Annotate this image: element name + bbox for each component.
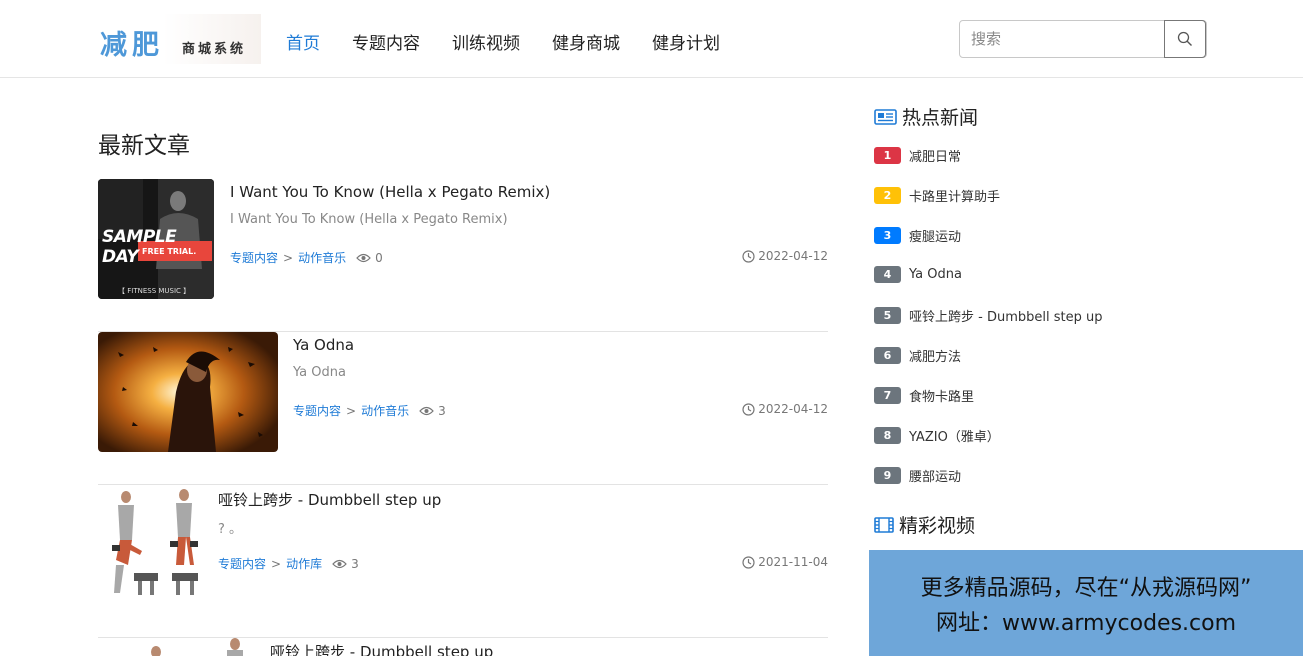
subcategory-link[interactable]: 动作库 [286, 555, 322, 572]
thumb-caption: 【 FITNESS MUSIC 】 [118, 287, 191, 295]
article-desc: ? 。 [218, 522, 243, 537]
article-title[interactable]: I Want You To Know (Hella x Pegato Remix… [230, 183, 550, 201]
article-title[interactable]: 哑铃上跨步 - Dumbbell step up [218, 489, 441, 510]
article-item: 哑铃上跨步 - Dumbbell step up ? 。 专题内容 > 动作库 … [98, 485, 828, 638]
rank-badge: 8 [874, 427, 901, 444]
views-count: 3 [332, 557, 359, 571]
hot-news-label: 食物卡路里 [909, 390, 975, 405]
date-value: 2022-04-12 [758, 402, 828, 416]
hot-news-heading: 热点新闻 [874, 103, 978, 130]
article-desc: Ya Odna [293, 365, 346, 380]
nav-training-videos[interactable]: 训练视频 [436, 29, 536, 54]
clock-icon [742, 249, 755, 263]
nav-home[interactable]: 首页 [270, 29, 336, 54]
film-icon [874, 516, 894, 533]
rank-badge: 6 [874, 347, 901, 364]
rank-badge: 1 [874, 147, 901, 164]
search-button[interactable] [1164, 20, 1206, 58]
watermark-line1: 更多精品源码，尽在“从戎源码网” [920, 576, 1252, 601]
category-link[interactable]: 专题内容 [293, 402, 341, 419]
main-nav: 首页 专题内容 训练视频 健身商城 健身计划 [270, 29, 736, 54]
nav-topics[interactable]: 专题内容 [336, 29, 436, 54]
nav-fitness-plan[interactable]: 健身计划 [636, 29, 736, 54]
article-thumbnail[interactable] [98, 485, 202, 605]
hot-news-label: YAZIO（雅卓） [909, 430, 1000, 445]
category-link[interactable]: 专题内容 [230, 249, 278, 266]
breadcrumb-separator: > [346, 403, 357, 418]
article-meta: 专题内容 > 动作库 3 [218, 555, 359, 572]
latest-articles-title: 最新文章 [98, 133, 190, 159]
logo-main-text: 减肥 [100, 30, 164, 61]
article-thumbnail[interactable]: SAMPLE DAY FREE TRIAL. 【 FITNESS MUSIC 】 [98, 179, 214, 299]
hot-news-label: Ya Odna [909, 267, 962, 282]
article-item: Ya Odna Ya Odna 专题内容 > 动作音乐 3 2022-04-12 [98, 332, 828, 485]
hot-news-label: 瘦腿运动 [909, 230, 962, 245]
article-title[interactable]: 哑铃上跨步 - Dumbbell step up [270, 641, 493, 656]
search-icon [1177, 31, 1192, 46]
hot-news-label: 卡路里计算助手 [909, 190, 1001, 205]
article-date: 2021-11-04 [742, 555, 828, 569]
date-value: 2021-11-04 [758, 555, 828, 569]
eye-icon [332, 559, 347, 568]
views-value: 3 [351, 556, 359, 571]
views-count: 3 [419, 404, 446, 418]
hot-news-item[interactable]: 3 瘦腿运动 [874, 226, 961, 245]
hot-news-item[interactable]: 1 减肥日常 [874, 146, 961, 165]
rank-badge: 2 [874, 187, 901, 204]
newspaper-icon [874, 108, 897, 125]
date-value: 2022-04-12 [758, 249, 828, 263]
article-desc: I Want You To Know (Hella x Pegato Remix… [230, 212, 508, 227]
hot-news-item[interactable]: 2 卡路里计算助手 [874, 186, 1000, 205]
article-item: 哑铃上跨步 - Dumbbell step up [98, 638, 828, 656]
search-input[interactable] [960, 21, 1166, 57]
logo-sub-text: 商城系统 [182, 42, 247, 57]
category-link[interactable]: 专题内容 [218, 555, 266, 572]
hot-news-item[interactable]: 7 食物卡路里 [874, 386, 974, 405]
views-count: 0 [356, 251, 383, 265]
rank-badge: 5 [874, 307, 901, 324]
subcategory-link[interactable]: 动作音乐 [298, 249, 346, 266]
video-heading: 精彩视频 [874, 511, 975, 538]
hot-news-item[interactable]: 4 Ya Odna [874, 266, 962, 283]
article-date: 2022-04-12 [742, 402, 828, 416]
article-date: 2022-04-12 [742, 249, 828, 263]
article-meta: 专题内容 > 动作音乐 0 [230, 249, 383, 266]
hot-news-item[interactable]: 9 腰部运动 [874, 466, 961, 485]
rank-badge: 7 [874, 387, 901, 404]
nav-fitness-shop[interactable]: 健身商城 [536, 29, 636, 54]
hot-news-label: 减肥方法 [909, 350, 962, 365]
article-thumbnail[interactable] [98, 638, 258, 656]
clock-icon [742, 402, 755, 416]
views-value: 3 [438, 403, 446, 418]
site-header: 减肥 商城系统 首页 专题内容 训练视频 健身商城 健身计划 [0, 0, 1303, 78]
hot-news-label: 腰部运动 [909, 470, 962, 485]
watermark-banner: 更多精品源码，尽在“从戎源码网” 网址：www.armycodes.com [869, 550, 1303, 656]
thumb-text-sub: FREE TRIAL. [142, 247, 197, 256]
clock-icon [742, 555, 755, 569]
hot-news-item[interactable]: 8 YAZIO（雅卓） [874, 426, 1000, 445]
subcategory-link[interactable]: 动作音乐 [361, 402, 409, 419]
video-title: 精彩视频 [899, 515, 976, 537]
article-meta: 专题内容 > 动作音乐 3 [293, 402, 446, 419]
breadcrumb-separator: > [283, 250, 294, 265]
views-value: 0 [375, 250, 383, 265]
rank-badge: 9 [874, 467, 901, 484]
site-logo[interactable]: 减肥 商城系统 [98, 14, 261, 64]
hot-news-label: 哑铃上跨步 - Dumbbell step up [909, 310, 1103, 325]
article-thumbnail[interactable] [98, 332, 278, 452]
hot-news-item[interactable]: 5 哑铃上跨步 - Dumbbell step up [874, 306, 1102, 325]
breadcrumb-separator: > [271, 556, 282, 571]
article-item: SAMPLE DAY FREE TRIAL. 【 FITNESS MUSIC 】… [98, 179, 828, 332]
eye-icon [356, 253, 371, 262]
search-form [959, 20, 1207, 58]
rank-badge: 4 [874, 266, 901, 283]
hot-news-label: 减肥日常 [909, 150, 962, 165]
article-title[interactable]: Ya Odna [293, 336, 354, 354]
eye-icon [419, 406, 434, 415]
hot-news-item[interactable]: 6 减肥方法 [874, 346, 961, 365]
hot-news-title: 热点新闻 [902, 107, 979, 129]
rank-badge: 3 [874, 227, 901, 244]
watermark-line2: 网址：www.armycodes.com [935, 611, 1237, 636]
